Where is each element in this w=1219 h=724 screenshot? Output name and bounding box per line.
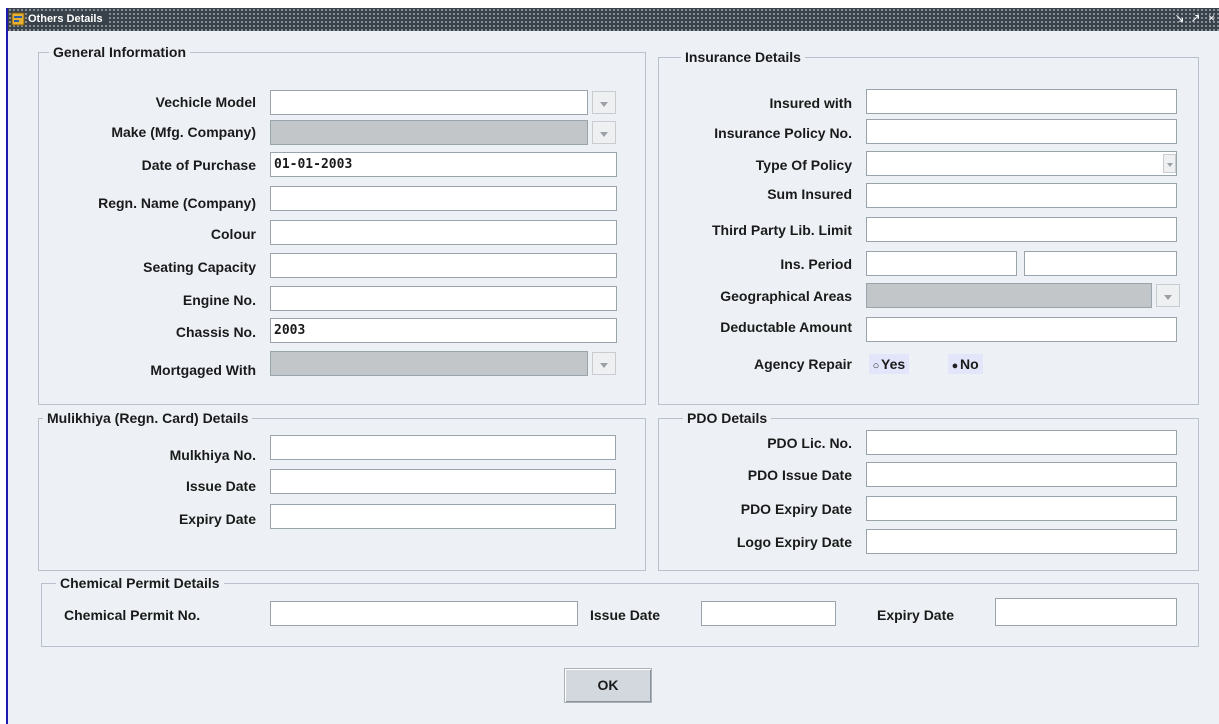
policy-no-input[interactable]: [866, 119, 1177, 144]
chassis-no-label: Chassis No.: [175, 324, 256, 340]
third-party-limit-input[interactable]: [866, 217, 1177, 242]
mulkhiya-expiry-date-label: Expiry Date: [178, 511, 256, 527]
type-of-policy-label: Type Of Policy: [755, 157, 852, 173]
third-party-limit-label: Third Party Lib. Limit: [711, 222, 852, 238]
make-input[interactable]: [270, 120, 588, 145]
mortgaged-with-label: Mortgaged With: [150, 362, 256, 378]
group-title: Mulikhiya (Regn. Card) Details: [43, 409, 253, 427]
mulkhiya-no-label: Mulkhiya No.: [169, 447, 256, 463]
vehicle-model-label: Vechicle Model: [155, 94, 256, 110]
pdo-issue-date-label: PDO Issue Date: [747, 467, 852, 483]
pdo-expiry-date-input[interactable]: [866, 496, 1177, 521]
geographical-areas-input[interactable]: [866, 283, 1152, 308]
chemical-expiry-date-input[interactable]: [995, 598, 1177, 626]
pdo-lic-no-input[interactable]: [866, 430, 1177, 455]
logo-expiry-date-input[interactable]: [866, 529, 1177, 554]
agency-repair-no-radio[interactable]: ● No: [948, 354, 983, 374]
agency-repair-label: Agency Repair: [753, 356, 852, 372]
vehicle-model-input[interactable]: [270, 90, 588, 115]
colour-input[interactable]: [270, 220, 617, 245]
deductable-amount-label: Deductable Amount: [720, 319, 852, 335]
maximize-icon[interactable]: ↗: [1189, 11, 1202, 26]
left-edge: [0, 8, 8, 724]
ins-period-label: Ins. Period: [780, 256, 852, 272]
seating-capacity-input[interactable]: [270, 253, 617, 278]
seating-capacity-label: Seating Capacity: [143, 259, 256, 275]
chemical-expiry-date-label: Expiry Date: [877, 607, 955, 623]
window-title: Others Details: [28, 13, 107, 25]
chemical-permit-no-input[interactable]: [270, 601, 578, 626]
radio-checked-icon: ●: [951, 360, 959, 372]
app-icon: [11, 12, 25, 26]
mortgaged-with-input[interactable]: [270, 351, 588, 376]
ins-period-from-input[interactable]: [866, 251, 1017, 276]
geographical-areas-label: Geographical Areas: [720, 288, 852, 304]
mulkhiya-expiry-date-input[interactable]: [270, 504, 616, 529]
close-icon[interactable]: ×: [1205, 11, 1218, 26]
radio-unchecked-icon: ○: [872, 360, 880, 372]
regn-name-input[interactable]: [270, 186, 617, 211]
insured-with-label: Insured with: [769, 95, 852, 111]
type-of-policy-dropdown-icon[interactable]: [1163, 154, 1176, 173]
pdo-lic-no-label: PDO Lic. No.: [767, 435, 852, 451]
radio-yes-label: Yes: [881, 356, 906, 372]
mortgaged-with-dropdown-icon[interactable]: [592, 352, 616, 375]
sum-insured-input[interactable]: [866, 183, 1177, 208]
logo-expiry-date-label: Logo Expiry Date: [736, 534, 852, 550]
title-bar: Others Details ↘ ↗ ×: [8, 8, 1219, 31]
mulkhiya-issue-date-label: Issue Date: [185, 478, 256, 494]
insured-with-input[interactable]: [866, 89, 1177, 114]
ins-period-to-input[interactable]: [1024, 251, 1177, 276]
mulkhiya-issue-date-input[interactable]: [270, 469, 616, 494]
chassis-no-input[interactable]: 2003: [270, 318, 617, 343]
ok-button[interactable]: OK: [564, 668, 652, 703]
geographical-areas-dropdown-icon[interactable]: [1156, 284, 1180, 307]
group-title: General Information: [49, 43, 191, 61]
vehicle-model-dropdown-icon[interactable]: [592, 91, 616, 114]
chemical-issue-date-label: Issue Date: [590, 607, 661, 623]
group-title: PDO Details: [683, 409, 772, 427]
colour-label: Colour: [210, 226, 256, 242]
pdo-issue-date-input[interactable]: [866, 462, 1177, 487]
engine-no-label: Engine No.: [182, 292, 256, 308]
pdo-expiry-date-label: PDO Expiry Date: [740, 501, 852, 517]
group-title: Chemical Permit Details: [56, 574, 224, 592]
make-dropdown-icon[interactable]: [592, 121, 616, 144]
date-of-purchase-label: Date of Purchase: [141, 157, 256, 173]
regn-name-label: Regn. Name (Company): [98, 195, 256, 211]
sum-insured-label: Sum Insured: [767, 186, 852, 202]
chemical-permit-no-label: Chemical Permit No.: [64, 607, 201, 623]
minimize-icon[interactable]: ↘: [1173, 11, 1186, 26]
others-details-window: Others Details ↘ ↗ × General Information…: [8, 8, 1219, 724]
engine-no-input[interactable]: [270, 286, 617, 311]
type-of-policy-input[interactable]: [866, 151, 1177, 176]
chemical-issue-date-input[interactable]: [701, 601, 836, 626]
deductable-amount-input[interactable]: [866, 317, 1177, 342]
date-of-purchase-input[interactable]: 01-01-2003: [270, 152, 617, 177]
mulkhiya-no-input[interactable]: [270, 435, 616, 460]
make-label: Make (Mfg. Company): [111, 124, 256, 140]
group-title: Insurance Details: [681, 48, 805, 66]
agency-repair-yes-radio[interactable]: ○ Yes: [869, 354, 910, 374]
policy-no-label: Insurance Policy No.: [714, 125, 852, 141]
radio-no-label: No: [960, 356, 979, 372]
